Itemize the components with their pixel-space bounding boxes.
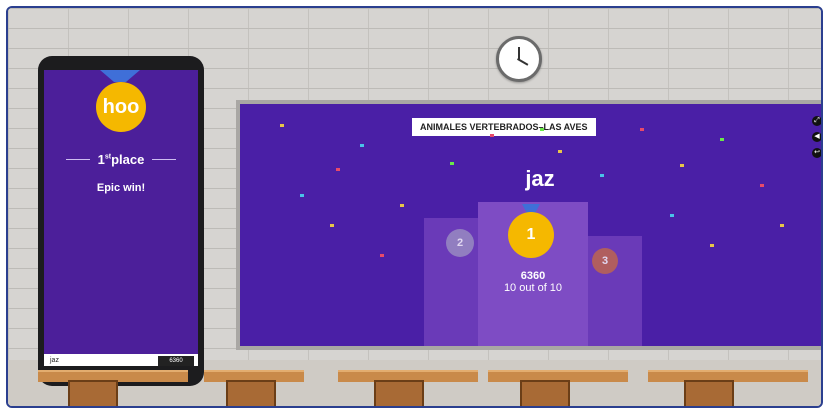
projector-board: ANIMALES VERTEBRADOS–LAS AVES ⤢ ◀ ↩ jaz … <box>236 100 821 350</box>
desk-chair <box>226 380 276 406</box>
podium-screen: ANIMALES VERTEBRADOS–LAS AVES ⤢ ◀ ↩ jaz … <box>240 104 821 346</box>
desk-chair <box>68 380 118 406</box>
exit-icon[interactable]: ↩ <box>812 148 821 158</box>
third-place-medal-icon: 3 <box>592 248 618 274</box>
player-score: 6360 <box>158 356 194 366</box>
wall-clock <box>496 36 542 82</box>
desk-chair <box>684 380 734 406</box>
phone-screen: hoo 1stplace Epic win! jaz 6360 <box>44 70 198 366</box>
place-label: 1stplace <box>97 152 145 167</box>
first-place-medal-icon: 1 <box>508 212 554 258</box>
second-place-medal-icon: 2 <box>446 229 474 257</box>
phone-device: hoo 1stplace Epic win! jaz 6360 <box>38 56 204 386</box>
player-name: jaz <box>50 357 59 364</box>
fullscreen-icon[interactable]: ⤢ <box>812 116 821 126</box>
player-bar: jaz 6360 <box>44 354 198 366</box>
quiz-title: ANIMALES VERTEBRADOS–LAS AVES <box>412 118 596 136</box>
medal-ribbon-icon <box>100 70 140 82</box>
winner-correct-count: 10 out of 10 <box>503 282 563 294</box>
gold-medal-logo: hoo <box>96 82 146 132</box>
winner-name: jaz <box>525 166 555 191</box>
place-row: 1stplace <box>44 152 198 167</box>
sound-icon[interactable]: ◀ <box>812 132 821 142</box>
desk-chair <box>520 380 570 406</box>
winner-points: 6360 <box>520 270 546 282</box>
desk-chair <box>374 380 424 406</box>
result-message: Epic win! <box>96 182 146 194</box>
screenshot-frame: hoo 1stplace Epic win! jaz 6360 ANIMALES… <box>6 6 823 408</box>
